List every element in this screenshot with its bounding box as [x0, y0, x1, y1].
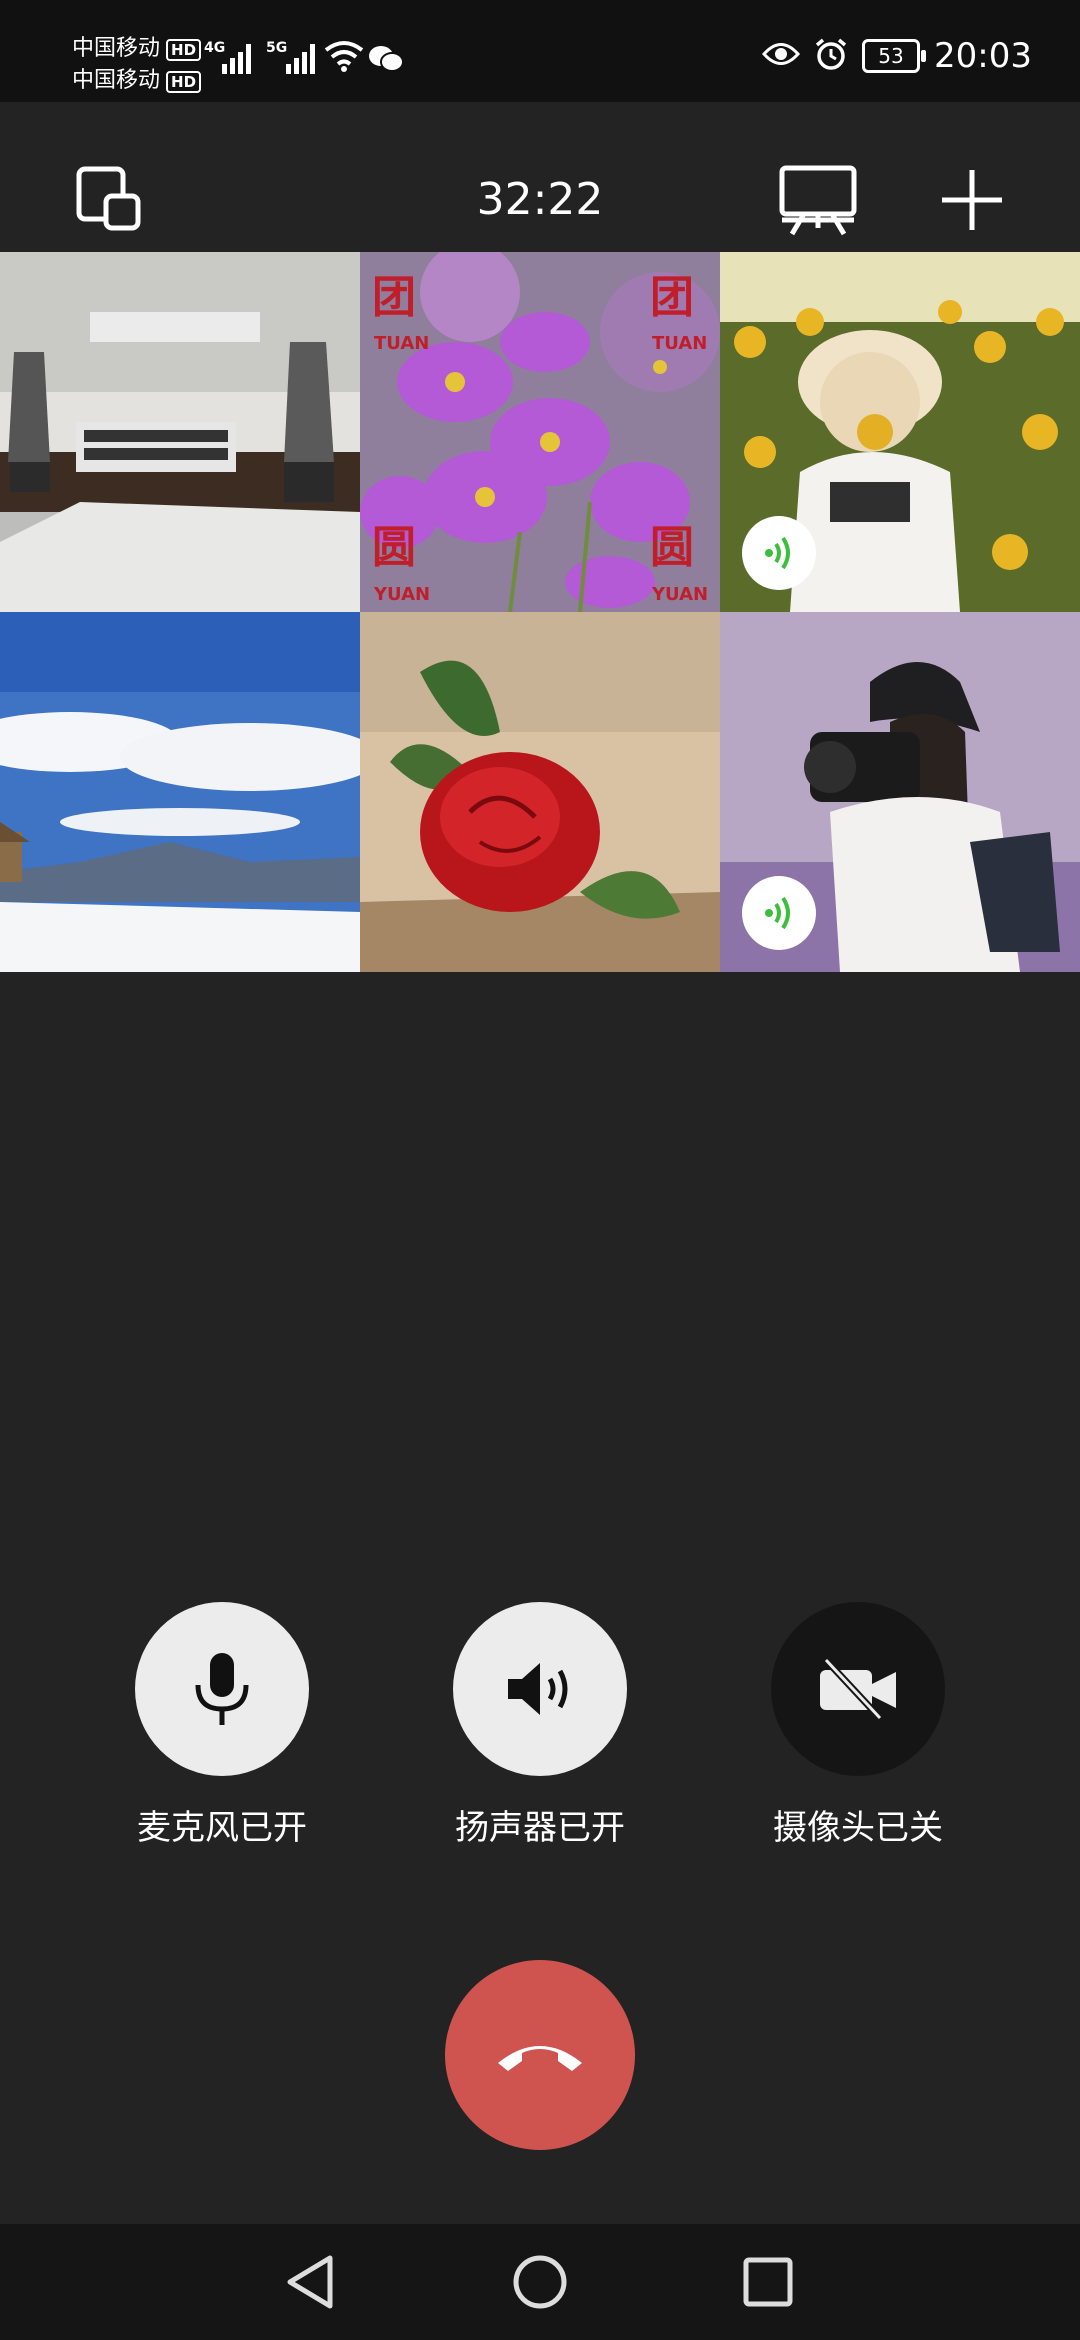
status-right: 53 20:03: [762, 36, 1032, 76]
speaker-control: 扬声器已开: [410, 1602, 670, 1849]
microphone-control: 麦克风已开: [92, 1602, 352, 1849]
microphone-button[interactable]: [135, 1602, 309, 1776]
watermark-yuan-sub-2: YUAN: [651, 584, 708, 605]
eye-icon: [762, 41, 801, 71]
wifi-icon: [324, 40, 364, 76]
back-button[interactable]: [278, 2250, 342, 2314]
call-top-bar: 32:22: [0, 102, 1080, 252]
watermark-tuan-sub-2: TUAN: [652, 333, 707, 354]
participant-tile-sunflower-girl[interactable]: [720, 252, 1080, 612]
home-button[interactable]: [508, 2250, 572, 2314]
network-type-2: 5G: [266, 40, 288, 56]
signal-1-icon: [222, 42, 251, 74]
camera-control: 摄像头已关: [728, 1602, 988, 1849]
camera-off-icon: [820, 1657, 896, 1721]
clock: 20:03: [934, 36, 1032, 76]
participant-grid: 团 TUAN 团 TUAN 圆 YUAN 圆 YUAN: [0, 252, 1080, 972]
participant-tile-living-room[interactable]: [0, 252, 360, 612]
participant-tile-cosmos-flowers[interactable]: 团 TUAN 团 TUAN 圆 YUAN 圆 YUAN: [360, 252, 720, 612]
living-room-image: [0, 252, 360, 612]
microphone-label: 麦克风已开: [137, 1808, 307, 1848]
speaker-button[interactable]: [453, 1602, 627, 1776]
mountain-snow-image: [0, 612, 360, 972]
call-timer: 32:22: [476, 174, 604, 225]
alarm-icon: [814, 37, 848, 75]
camera-button[interactable]: [771, 1602, 945, 1776]
watermark-yuan-2: 圆: [650, 522, 694, 573]
microphone-icon: [195, 1653, 249, 1725]
cosmos-flowers-image: 团 TUAN 团 TUAN 圆 YUAN 圆 YUAN: [360, 252, 720, 612]
speaker-icon: [508, 1663, 568, 1715]
carrier-2: 中国移动 HD: [72, 62, 202, 94]
watermark-tuan-sub-1: TUAN: [374, 333, 429, 354]
watermark-yuan-sub-1: YUAN: [373, 584, 430, 605]
camera-label: 摄像头已关: [773, 1808, 943, 1848]
home-circle-icon: [513, 2255, 567, 2309]
system-nav-bar: [0, 2224, 1080, 2340]
audio-active-badge: [742, 516, 816, 590]
battery-icon: 53: [862, 39, 927, 73]
add-participant-icon[interactable]: [938, 166, 1006, 238]
carrier-1: 中国移动 HD: [72, 30, 202, 62]
participant-tile-mountain-snow[interactable]: [0, 612, 360, 972]
recents-square-icon: [743, 2257, 793, 2307]
recents-button[interactable]: [736, 2250, 800, 2314]
watermark-tuan-2: 团: [650, 272, 694, 323]
call-controls: 麦克风已开 扬声器已开 摄像头已关: [0, 1602, 1080, 1862]
participant-tile-red-rose[interactable]: [360, 612, 720, 972]
sound-wave-icon: [765, 536, 790, 570]
watermark-yuan-1: 圆: [372, 522, 416, 573]
status-bar: 中国移动 HD 中国移动 HD 4G 5G 53 20:03: [0, 0, 1080, 102]
sound-wave-icon: [765, 896, 790, 930]
hangup-button[interactable]: [445, 1960, 635, 2150]
audio-active-badge: [742, 876, 816, 950]
participant-tile-photographer-girl[interactable]: [720, 612, 1080, 972]
phone-hangup-icon: [498, 2046, 582, 2071]
signal-2-icon: [286, 42, 315, 74]
back-triangle-icon: [287, 2255, 333, 2309]
watermark-tuan-1: 团: [372, 272, 416, 323]
screen-share-icon[interactable]: [778, 164, 858, 240]
wechat-icon: [368, 44, 404, 78]
speaker-label: 扬声器已开: [455, 1808, 625, 1848]
red-rose-image: [360, 612, 720, 972]
